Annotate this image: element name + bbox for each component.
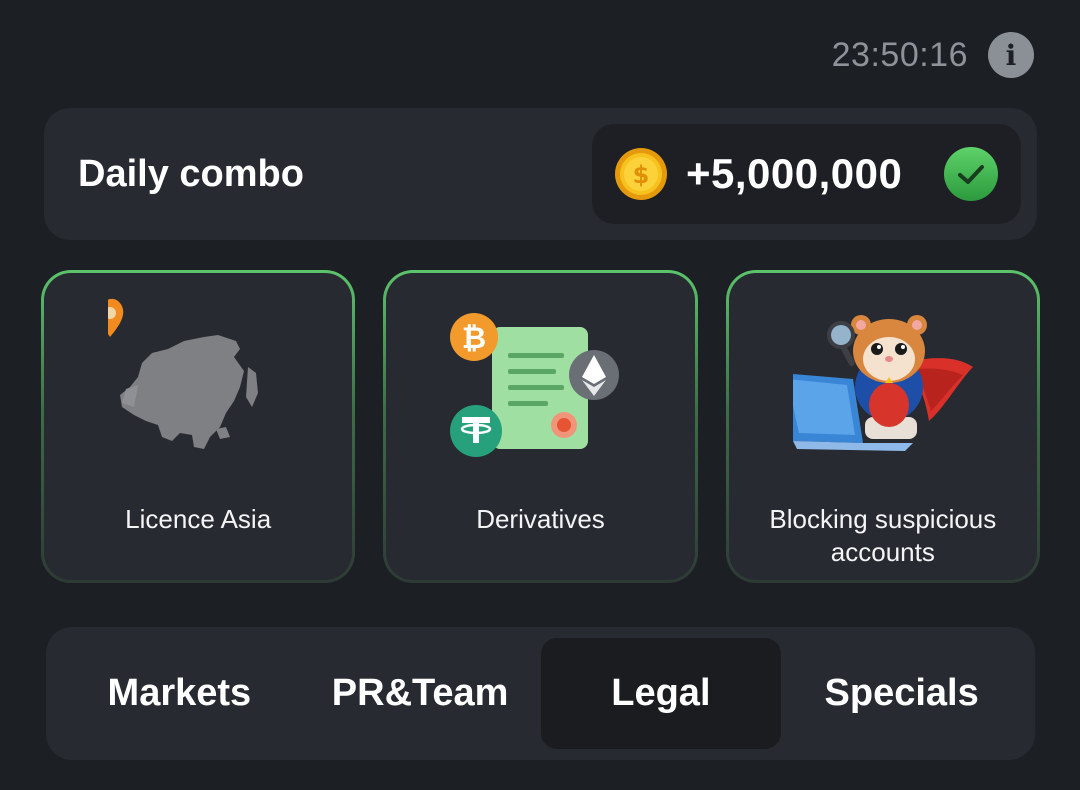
tab-specials[interactable]: Specials <box>781 638 1022 749</box>
tab-legal[interactable]: Legal <box>540 638 782 749</box>
header-bar: 23:50:16 i <box>832 32 1034 78</box>
coin-icon: $ <box>615 148 667 200</box>
card-label: Derivatives <box>476 504 605 534</box>
hamster-detective-icon <box>792 315 973 451</box>
card-label: Licence Asia <box>125 504 272 534</box>
info-glyph: i <box>1005 38 1017 72</box>
tab-pr-team[interactable]: PR&Team <box>300 638 541 749</box>
svg-text:₿: ₿ <box>462 321 486 356</box>
combo-cards: Licence Asia ₿ Derivatives Blocking susp… <box>41 270 1040 583</box>
tab-markets[interactable]: Markets <box>59 638 300 749</box>
category-tabs: Markets PR&Team Legal Specials <box>46 627 1035 760</box>
countdown-timer: 23:50:16 <box>831 35 968 74</box>
check-icon <box>944 147 998 201</box>
reward-pill: $ +5,000,000 <box>592 124 1021 224</box>
crypto-document-icon: ₿ <box>450 313 620 457</box>
svg-text:$: $ <box>633 161 650 189</box>
daily-combo-title: Daily combo <box>78 152 304 195</box>
card-licence-asia[interactable]: Licence Asia <box>41 270 355 583</box>
card-label: Blocking suspicious accounts <box>769 504 997 567</box>
info-icon[interactable]: i <box>988 32 1034 78</box>
reward-amount: +5,000,000 <box>686 150 903 197</box>
card-derivatives[interactable]: ₿ Derivatives <box>383 270 697 583</box>
card-blocking-suspicious-accounts[interactable]: Blocking suspicious accounts <box>726 270 1040 583</box>
asia-map-icon <box>108 298 259 449</box>
daily-combo-bar: Daily combo $ +5,000,000 <box>44 108 1037 240</box>
